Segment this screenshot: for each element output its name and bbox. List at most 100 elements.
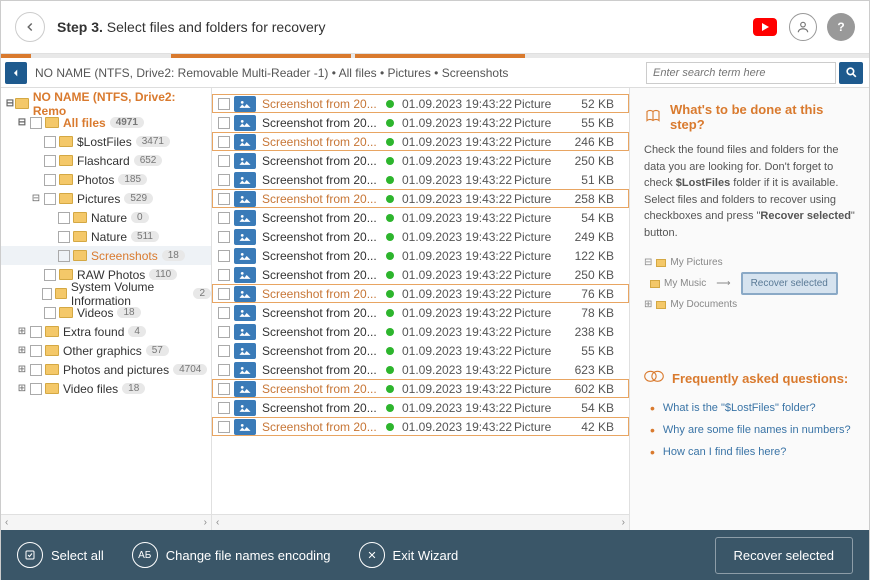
checkbox[interactable] bbox=[218, 307, 230, 319]
checkbox[interactable] bbox=[218, 421, 230, 433]
checkbox[interactable] bbox=[30, 326, 42, 338]
tree-item[interactable]: Photos185 bbox=[1, 170, 211, 189]
checkbox[interactable] bbox=[218, 193, 230, 205]
toggle-icon[interactable]: ⊞ bbox=[17, 326, 27, 337]
toggle-icon[interactable] bbox=[31, 288, 39, 299]
file-row[interactable]: Screenshot from 20...01.09.2023 19:43:22… bbox=[212, 303, 629, 322]
file-row[interactable]: Screenshot from 20...01.09.2023 19:43:22… bbox=[212, 398, 629, 417]
tree-item[interactable]: Screenshots18 bbox=[1, 246, 211, 265]
checkbox[interactable] bbox=[218, 136, 230, 148]
tree-item[interactable]: System Volume Information2 bbox=[1, 284, 211, 303]
checkbox[interactable] bbox=[218, 383, 230, 395]
scroll-left-icon[interactable]: ‹ bbox=[5, 517, 8, 528]
toggle-icon[interactable]: ⊟ bbox=[5, 98, 15, 109]
file-row[interactable]: Screenshot from 20...01.09.2023 19:43:22… bbox=[212, 170, 629, 189]
checkbox[interactable] bbox=[218, 364, 230, 376]
checkbox[interactable] bbox=[58, 231, 70, 243]
toggle-icon[interactable] bbox=[45, 212, 55, 223]
back-button[interactable] bbox=[15, 12, 45, 42]
tree-item[interactable]: Nature0 bbox=[1, 208, 211, 227]
faq-link[interactable]: Why are some file names in numbers? bbox=[650, 419, 855, 441]
breadcrumb-back-button[interactable] bbox=[5, 62, 27, 84]
toggle-icon[interactable]: ⊟ bbox=[31, 193, 41, 204]
checkbox[interactable] bbox=[218, 345, 230, 357]
youtube-icon[interactable] bbox=[751, 13, 779, 41]
file-row[interactable]: Screenshot from 20...01.09.2023 19:43:22… bbox=[212, 322, 629, 341]
checkbox[interactable] bbox=[44, 193, 56, 205]
checkbox[interactable] bbox=[58, 212, 70, 224]
tree-item[interactable]: $LostFiles3471 bbox=[1, 132, 211, 151]
select-all-button[interactable]: Select all bbox=[17, 542, 104, 568]
tree-item[interactable]: ⊟NO NAME (NTFS, Drive2: Remo bbox=[1, 94, 211, 113]
toggle-icon[interactable]: ⊞ bbox=[17, 345, 27, 356]
checkbox[interactable] bbox=[218, 288, 230, 300]
toggle-icon[interactable] bbox=[31, 269, 41, 280]
checkbox[interactable] bbox=[44, 136, 56, 148]
checkbox[interactable] bbox=[218, 212, 230, 224]
file-list[interactable]: Screenshot from 20...01.09.2023 19:43:22… bbox=[212, 88, 630, 530]
breadcrumb-path[interactable]: NO NAME (NTFS, Drive2: Removable Multi-R… bbox=[31, 66, 646, 80]
faq-link[interactable]: How can I find files here? bbox=[650, 441, 855, 463]
checkbox[interactable] bbox=[44, 269, 56, 281]
file-row[interactable]: Screenshot from 20...01.09.2023 19:43:22… bbox=[212, 417, 629, 436]
folder-tree[interactable]: ⊟NO NAME (NTFS, Drive2: Remo⊟All files49… bbox=[1, 88, 212, 530]
toggle-icon[interactable]: ⊞ bbox=[17, 383, 27, 394]
file-row[interactable]: Screenshot from 20...01.09.2023 19:43:22… bbox=[212, 132, 629, 151]
checkbox[interactable] bbox=[42, 288, 52, 300]
checkbox[interactable] bbox=[58, 250, 70, 262]
file-row[interactable]: Screenshot from 20...01.09.2023 19:43:22… bbox=[212, 189, 629, 208]
checkbox[interactable] bbox=[218, 402, 230, 414]
file-row[interactable]: Screenshot from 20...01.09.2023 19:43:22… bbox=[212, 341, 629, 360]
exit-wizard-button[interactable]: Exit Wizard bbox=[359, 542, 459, 568]
checkbox[interactable] bbox=[218, 250, 230, 262]
toggle-icon[interactable] bbox=[31, 155, 41, 166]
checkbox[interactable] bbox=[218, 269, 230, 281]
toggle-icon[interactable] bbox=[31, 174, 41, 185]
file-row[interactable]: Screenshot from 20...01.09.2023 19:43:22… bbox=[212, 113, 629, 132]
file-row[interactable]: Screenshot from 20...01.09.2023 19:43:22… bbox=[212, 265, 629, 284]
tree-scrollbar[interactable]: ‹› bbox=[1, 514, 211, 530]
toggle-icon[interactable] bbox=[31, 136, 41, 147]
checkbox[interactable] bbox=[218, 117, 230, 129]
toggle-icon[interactable] bbox=[45, 231, 55, 242]
scroll-right-icon[interactable]: › bbox=[204, 517, 207, 528]
checkbox[interactable] bbox=[218, 98, 230, 110]
checkbox[interactable] bbox=[30, 383, 42, 395]
toggle-icon[interactable] bbox=[31, 307, 41, 318]
tree-item[interactable]: ⊟Pictures529 bbox=[1, 189, 211, 208]
toggle-icon[interactable]: ⊟ bbox=[17, 117, 27, 128]
search-input[interactable] bbox=[646, 62, 836, 84]
checkbox[interactable] bbox=[218, 326, 230, 338]
scroll-right-icon[interactable]: › bbox=[622, 517, 625, 528]
checkbox[interactable] bbox=[218, 174, 230, 186]
tree-item[interactable]: Nature511 bbox=[1, 227, 211, 246]
file-row[interactable]: Screenshot from 20...01.09.2023 19:43:22… bbox=[212, 284, 629, 303]
user-icon[interactable] bbox=[789, 13, 817, 41]
checkbox[interactable] bbox=[30, 364, 42, 376]
file-row[interactable]: Screenshot from 20...01.09.2023 19:43:22… bbox=[212, 246, 629, 265]
help-icon[interactable]: ? bbox=[827, 13, 855, 41]
checkbox[interactable] bbox=[218, 231, 230, 243]
checkbox[interactable] bbox=[218, 155, 230, 167]
toggle-icon[interactable] bbox=[45, 250, 55, 261]
recover-selected-button[interactable]: Recover selected bbox=[715, 537, 853, 574]
toggle-icon[interactable]: ⊞ bbox=[17, 364, 27, 375]
file-row[interactable]: Screenshot from 20...01.09.2023 19:43:22… bbox=[212, 94, 629, 113]
encoding-button[interactable]: AБ Change file names encoding bbox=[132, 542, 331, 568]
checkbox[interactable] bbox=[44, 155, 56, 167]
checkbox[interactable] bbox=[44, 307, 56, 319]
tree-item[interactable]: ⊞Video files18 bbox=[1, 379, 211, 398]
checkbox[interactable] bbox=[44, 174, 56, 186]
file-row[interactable]: Screenshot from 20...01.09.2023 19:43:22… bbox=[212, 379, 629, 398]
faq-link[interactable]: What is the "$LostFiles" folder? bbox=[650, 397, 855, 419]
scroll-left-icon[interactable]: ‹ bbox=[216, 517, 219, 528]
tree-item[interactable]: ⊞Extra found4 bbox=[1, 322, 211, 341]
checkbox[interactable] bbox=[30, 345, 42, 357]
tree-item[interactable]: Flashcard652 bbox=[1, 151, 211, 170]
file-row[interactable]: Screenshot from 20...01.09.2023 19:43:22… bbox=[212, 151, 629, 170]
file-row[interactable]: Screenshot from 20...01.09.2023 19:43:22… bbox=[212, 227, 629, 246]
filelist-scrollbar[interactable]: ‹› bbox=[212, 514, 629, 530]
file-row[interactable]: Screenshot from 20...01.09.2023 19:43:22… bbox=[212, 360, 629, 379]
file-row[interactable]: Screenshot from 20...01.09.2023 19:43:22… bbox=[212, 208, 629, 227]
search-button[interactable] bbox=[839, 62, 863, 84]
